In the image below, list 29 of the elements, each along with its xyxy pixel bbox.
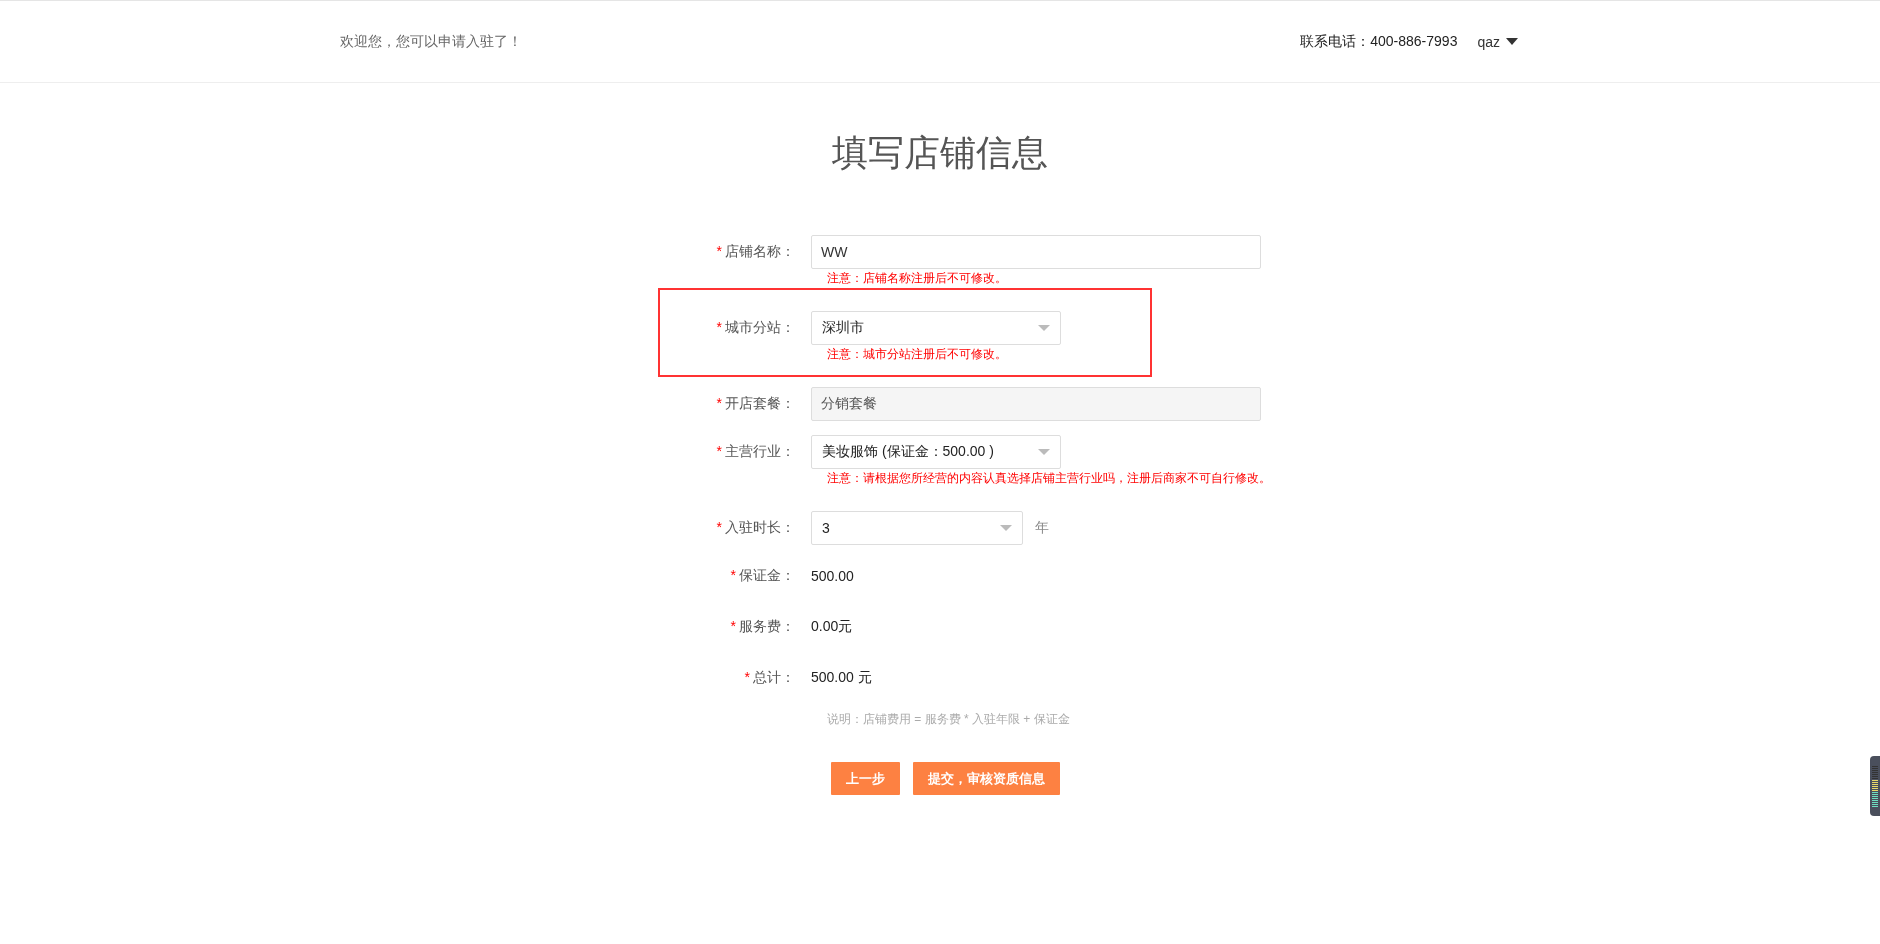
- select-field[interactable]: 深圳市: [811, 311, 1061, 345]
- field-label: * 主营行业：: [715, 443, 796, 461]
- level-meter-drawing: [1870, 756, 1880, 816]
- field-value: 500.00 元: [811, 669, 872, 687]
- warning-note: 注意：请根据您所经营的内容认真选择店铺主营行业吗，注册后商家不可自行修改。: [827, 471, 1272, 485]
- field-label: * 城市分站：: [715, 319, 796, 337]
- select-field[interactable]: 美妆服饰 (保证金：500.00 ): [811, 435, 1061, 469]
- caret-icon: [1000, 525, 1012, 531]
- field-label: * 服务费：: [729, 618, 796, 636]
- warning-note: 注意：城市分站注册后不可修改。: [827, 347, 1008, 361]
- explanation-text: 说明：店铺费用 = 服务费 * 入驻年限 + 保证金: [827, 711, 1071, 728]
- welcome-text: 欢迎您，您可以申请入驻了！: [340, 32, 522, 51]
- field-label: * 保证金：: [729, 567, 796, 585]
- phone-text: 联系电话：400-886-7993: [1300, 32, 1458, 51]
- field-label: * 总计：: [743, 669, 796, 687]
- field-label: * 开店套餐：: [715, 395, 796, 413]
- caret-icon: [1038, 325, 1050, 331]
- unit-text: 年: [1035, 519, 1049, 537]
- warning-note: 注意：店铺名称注册后不可修改。: [827, 271, 1008, 285]
- caret-icon: [1038, 449, 1050, 455]
- user-menu[interactable]: qaz: [1477, 33, 1518, 50]
- caret-icon: [1506, 38, 1518, 45]
- page-title: 填写店铺信息: [831, 131, 1049, 175]
- field-label: * 入驻时长：: [715, 519, 796, 537]
- text-field[interactable]: WW: [811, 235, 1261, 269]
- field-value: 0.00元: [811, 618, 853, 636]
- field-label: * 店铺名称：: [715, 243, 796, 261]
- select-field[interactable]: 3: [811, 511, 1023, 545]
- field-value: 500.00: [811, 568, 854, 584]
